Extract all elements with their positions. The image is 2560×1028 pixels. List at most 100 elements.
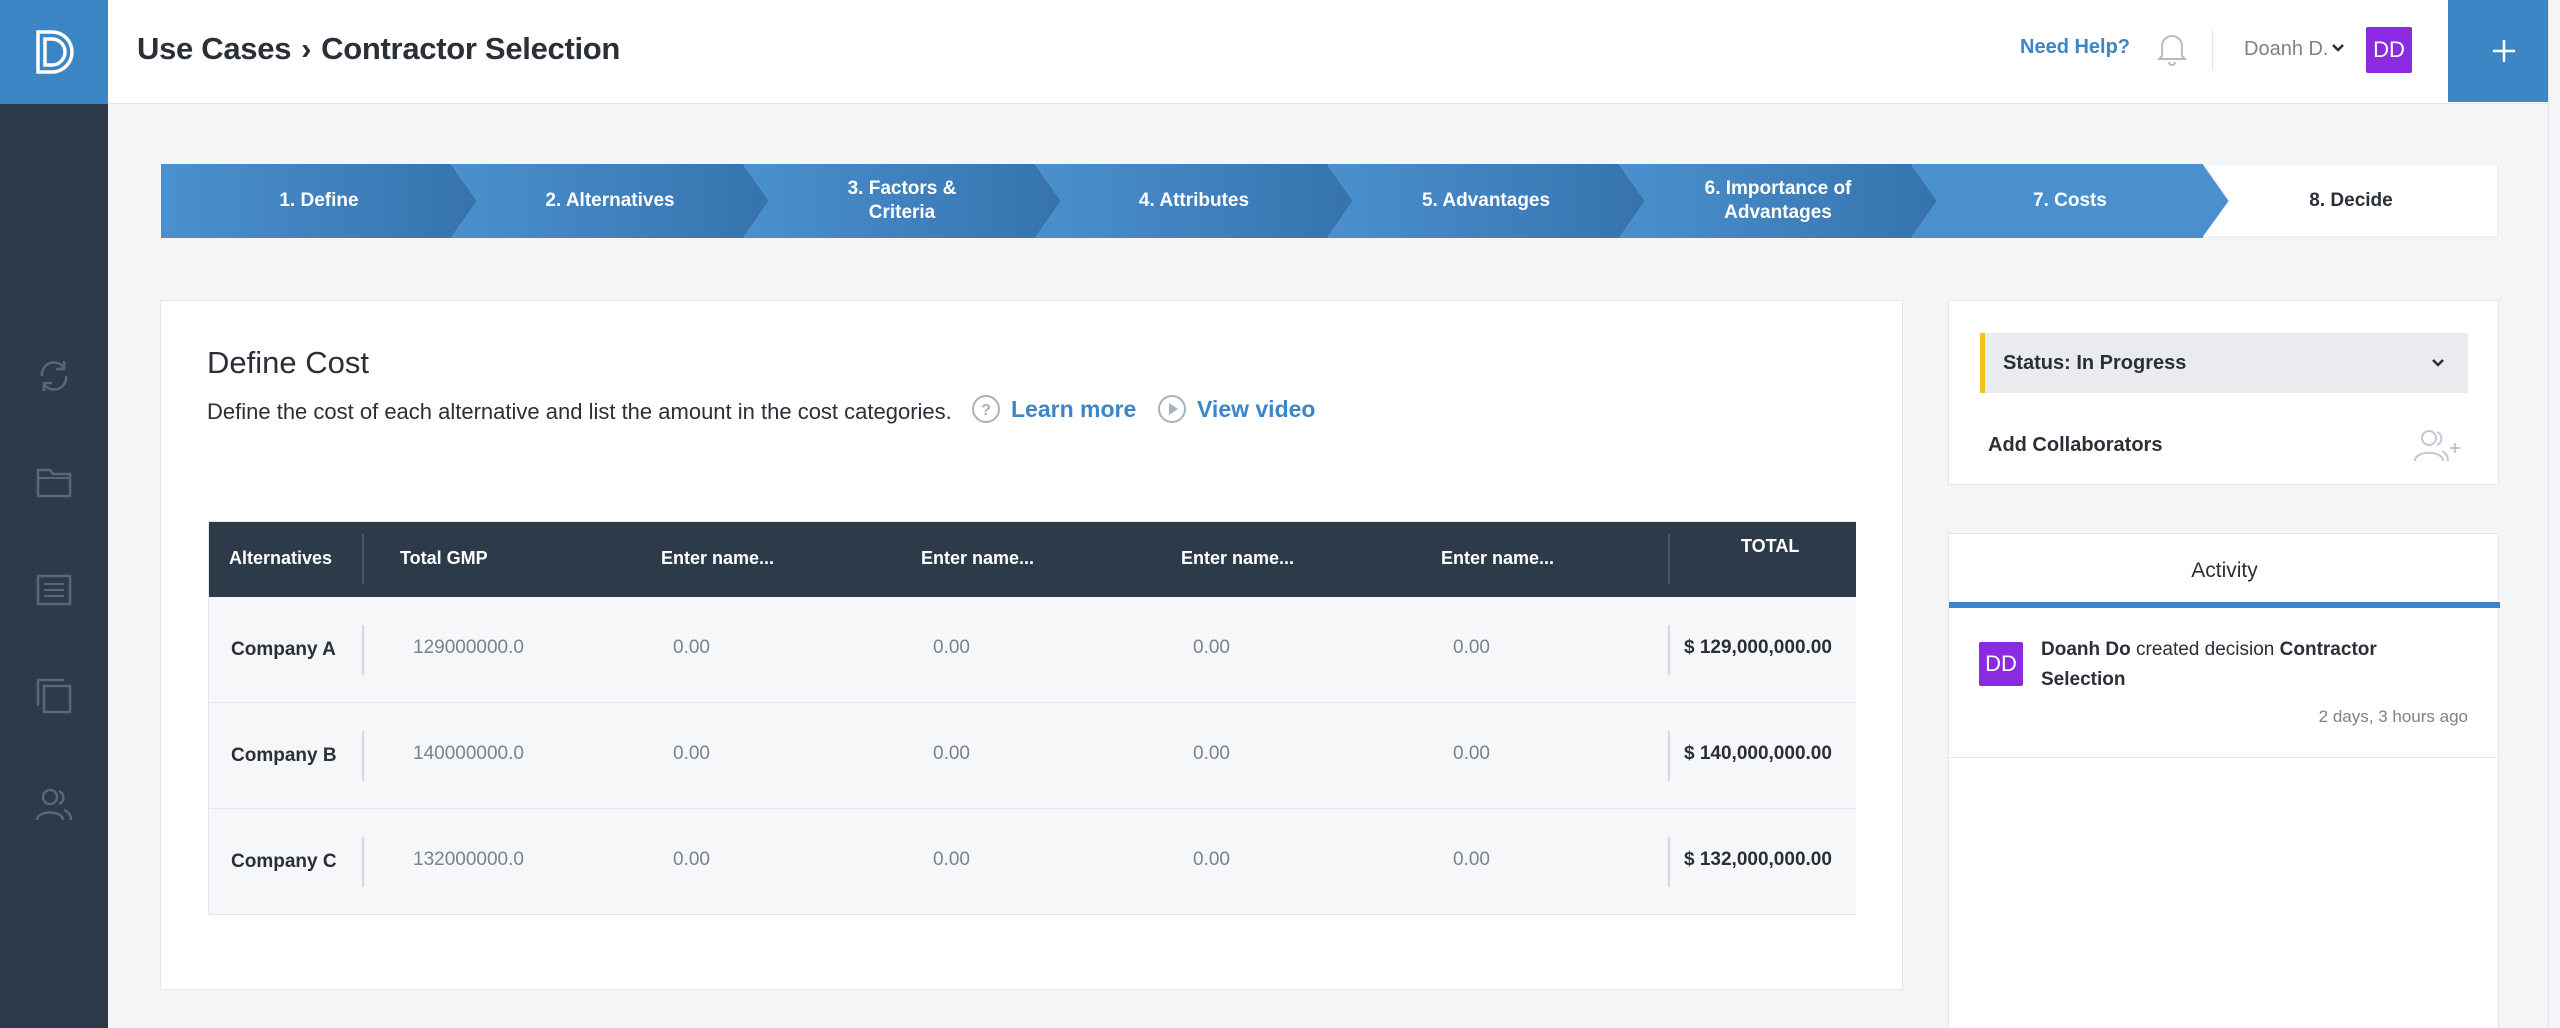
gmp-input[interactable]: 140000000.0 [413,743,525,765]
view-video-label: View video [1197,395,1316,422]
activity-action: created decision [2136,639,2275,660]
header-cost-name-2[interactable]: Enter name... [661,548,774,569]
cost-table: Alternatives Total GMP Enter name... Ent… [208,521,1856,915]
breadcrumb-separator: › [301,31,312,66]
row-total: $ 132,000,000.00 [1684,849,1832,870]
header-total: TOTAL [1741,536,1800,556]
header-cost-name-4[interactable]: Enter name... [1181,548,1294,569]
app-logo[interactable] [0,0,108,104]
svg-text:?: ? [981,402,991,419]
user-menu-name[interactable]: Doanh D. [2244,38,2329,61]
avatar: DD [1979,642,2023,686]
alternative-name: Company B [231,745,337,766]
step-label: 8. Decide [2309,190,2393,211]
gmp-input[interactable]: 129000000.0 [413,637,525,659]
copy-icon[interactable] [30,672,78,720]
activity-text: Doanh Do created decision Contractor Sel… [2041,635,2461,695]
step-progress-bar: 1. Define 2. Alternatives 3. Factors & C… [161,164,2499,238]
row-divider [1668,625,1670,675]
step-label: 2. Alternatives [545,190,675,211]
cost-input[interactable]: 0.00 [933,743,970,765]
users-icon[interactable] [30,780,78,828]
breadcrumb: Use Cases › Contractor Selection [137,31,620,67]
chevron-down-icon [2430,355,2446,376]
activity-item: DD Doanh Do created decision Contractor … [1949,608,2500,758]
alternative-name: Company C [231,851,337,872]
row-divider [362,837,364,887]
step-advantages[interactable]: 5. Advantages [1327,164,1645,238]
header-divider [1668,534,1670,584]
status-card: Status: In Progress Add Collaborators [1948,300,2499,485]
status-dropdown[interactable]: Status: In Progress [1980,333,2468,393]
list-icon[interactable] [30,566,78,614]
cost-input[interactable]: 0.00 [1453,849,1490,871]
step-label: 7. Costs [2033,190,2107,211]
plus-icon [2493,40,2515,62]
bell-icon[interactable] [2150,26,2194,70]
add-collaborators-label[interactable]: Add Collaborators [1988,434,2162,457]
cost-input[interactable]: 0.00 [1453,637,1490,659]
status-label: Status: In Progress [2003,352,2187,374]
table-row: Company B 140000000.0 0.00 0.00 0.00 0.0… [209,703,1856,809]
cost-input[interactable]: 0.00 [1453,743,1490,765]
table-row: Company A 129000000.0 0.00 0.00 0.00 0.0… [209,597,1856,703]
step-label: 3. Factors & Criteria [847,178,957,223]
play-circle-icon [1158,395,1186,423]
header-divider [362,534,364,584]
cost-input[interactable]: 0.00 [673,637,710,659]
row-divider [1668,731,1670,781]
activity-actor: Doanh Do [2041,639,2131,660]
row-divider [362,731,364,781]
page-title: Define Cost [207,345,369,380]
avatar[interactable]: DD [2366,27,2412,73]
step-label: 6. Importance of Advantages [1704,178,1852,223]
folder-icon[interactable] [30,458,78,506]
gmp-input[interactable]: 132000000.0 [413,849,525,871]
step-decide[interactable]: 8. Decide [2203,164,2499,238]
learn-more-label: Learn more [1011,395,1137,422]
step-attributes[interactable]: 4. Attributes [1035,164,1353,238]
cost-input[interactable]: 0.00 [933,637,970,659]
header-cost-name-5[interactable]: Enter name... [1441,548,1554,569]
window-edge [2548,0,2560,1028]
header-total-gmp[interactable]: Total GMP [400,548,488,569]
row-total: $ 129,000,000.00 [1684,637,1832,658]
header-divider [2212,30,2213,70]
activity-timestamp: 2 days, 3 hours ago [2318,707,2468,726]
step-costs[interactable]: 7. Costs [1911,164,2229,238]
sidebar [0,0,108,1028]
cost-input[interactable]: 0.00 [1193,743,1230,765]
step-importance-of-advantages[interactable]: 6. Importance of Advantages [1619,164,1937,238]
row-total: $ 140,000,000.00 [1684,743,1832,764]
step-define[interactable]: 1. Define [161,164,477,238]
view-video-link[interactable]: View video [1157,394,1315,424]
step-alternatives[interactable]: 2. Alternatives [451,164,769,238]
cost-input[interactable]: 0.00 [673,743,710,765]
activity-panel: Activity DD Doanh Do created decision Co… [1948,533,2500,1028]
learn-more-link[interactable]: ? Learn more [971,394,1136,424]
cost-input[interactable]: 0.00 [673,849,710,871]
cost-input[interactable]: 0.00 [933,849,970,871]
table-row: Company C 132000000.0 0.00 0.00 0.00 0.0… [209,809,1856,915]
logo-d-icon [36,30,74,74]
chevron-down-icon[interactable] [2330,40,2346,61]
step-factors-criteria[interactable]: 3. Factors & Criteria [743,164,1061,238]
alternative-name: Company A [231,639,336,660]
top-header: Use Cases › Contractor Selection Need Help… [108,0,2560,104]
refresh-icon[interactable] [30,352,78,400]
cost-input[interactable]: 0.00 [1193,849,1230,871]
header-alternatives: Alternatives [229,548,333,568]
step-label: 1. Define [279,190,359,211]
breadcrumb-root[interactable]: Use Cases [137,31,291,66]
add-button[interactable] [2448,0,2560,102]
need-help-link[interactable]: Need Help? [2020,36,2130,59]
header-cost-name-3[interactable]: Enter name... [921,548,1034,569]
tab-activity[interactable]: Activity [1949,534,2500,608]
row-divider [1668,837,1670,887]
cost-input[interactable]: 0.00 [1193,637,1230,659]
add-user-icon[interactable] [2411,427,2463,468]
row-divider [362,625,364,675]
step-label: 5. Advantages [1421,190,1551,211]
breadcrumb-current: Contractor Selection [321,31,621,66]
page-description: Define the cost of each alternative and … [207,399,952,424]
